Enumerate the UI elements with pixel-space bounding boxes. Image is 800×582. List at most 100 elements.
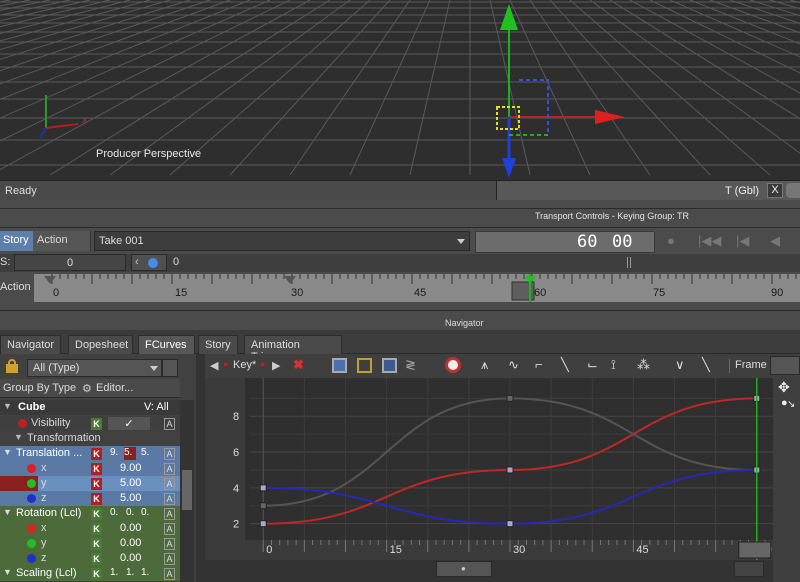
move-icon[interactable]: ✥ — [778, 379, 790, 396]
expand-icon[interactable]: ▼ — [14, 432, 23, 442]
value-x[interactable]: 1. — [110, 567, 118, 578]
filter-select[interactable]: All (Type) — [27, 359, 162, 377]
expand-icon[interactable]: ▼ — [3, 567, 12, 577]
editor-button[interactable]: Editor... — [96, 382, 133, 394]
goto-start-icon[interactable]: |◀◀ — [698, 233, 721, 249]
tree-row-transformation[interactable]: ▼ Transformation — [0, 431, 180, 446]
frame-display[interactable]: 60 00 — [475, 231, 655, 253]
value-y[interactable]: 1. — [126, 567, 134, 578]
gear-icon[interactable]: ⚙ — [82, 382, 92, 395]
tree-row-tx[interactable]: x K 9.00 A — [0, 461, 180, 476]
anim-button[interactable]: A — [164, 508, 175, 520]
tree-row-rx[interactable]: x K 0.00 A — [0, 521, 180, 536]
anim-button[interactable]: A — [164, 553, 175, 565]
tab-navigator[interactable]: Navigator — [0, 335, 61, 354]
graph-scroll-right[interactable] — [734, 561, 764, 577]
frame-selection-icon[interactable] — [357, 358, 372, 373]
action-mode-button[interactable]: Action — [33, 231, 91, 251]
chevron-down-icon[interactable] — [150, 366, 158, 371]
zoom-arrow-icon[interactable]: ↘ — [787, 399, 795, 410]
scroll-grip-icon[interactable] — [627, 257, 631, 268]
viewport-camera-label[interactable]: Producer Perspective — [96, 148, 201, 160]
record-icon[interactable]: ● — [667, 233, 675, 248]
key-button[interactable]: K — [91, 523, 102, 535]
tab-dopesheet[interactable]: Dopesheet — [68, 335, 133, 354]
tangent-flat-icon[interactable]: ⌐ — [535, 357, 543, 372]
story-mode-button[interactable]: Story — [0, 231, 33, 251]
delete-key-icon[interactable]: ✖ — [293, 357, 304, 373]
anim-button[interactable]: A — [164, 478, 175, 490]
anim-button[interactable]: A — [164, 493, 175, 505]
time-ruler[interactable]: 0 15 30 45 60 75 90 — [34, 274, 800, 302]
tab-animation-trigger[interactable]: Animation Trigger — [244, 335, 342, 363]
channel-value[interactable]: 0.00 — [120, 537, 141, 549]
viewport-3d[interactable]: X Producer Perspective — [0, 0, 800, 180]
tree-row-tz[interactable]: z K 5.00 A — [0, 491, 180, 506]
tree-row-scaling[interactable]: ▼ Scaling (Lcl) K 1. 1. 1. A — [0, 566, 180, 581]
tangent-linear-icon[interactable]: ╲ — [561, 357, 569, 373]
tangent-user-icon[interactable]: ⁂ — [637, 357, 650, 373]
value-z[interactable]: 1. — [141, 567, 149, 578]
channel-value[interactable]: 0.00 — [120, 552, 141, 564]
interp-cubic-icon[interactable]: ∨ — [675, 357, 685, 373]
fcurve-graph[interactable]: 2468015304560 — [205, 378, 773, 582]
value-y[interactable]: 5. — [124, 447, 136, 460]
status-extra-button[interactable] — [786, 183, 800, 198]
tab-story[interactable]: Story — [198, 335, 238, 354]
key-button[interactable]: K — [91, 493, 102, 505]
play-backward-icon[interactable]: ◀ — [770, 233, 780, 249]
snap-icon[interactable] — [382, 358, 397, 373]
record-key-icon[interactable] — [445, 357, 461, 373]
zoom-slider[interactable]: ‹ — [131, 254, 167, 271]
tree-row-rz[interactable]: z K 0.00 A — [0, 551, 180, 566]
channel-value[interactable]: 5.00 — [120, 492, 141, 504]
expand-icon[interactable]: ▼ — [3, 401, 12, 411]
tree-row-ry[interactable]: y K 0.00 A — [0, 536, 180, 551]
value-x[interactable]: 9. — [110, 447, 118, 458]
graph-scroll-thumb[interactable]: ● — [436, 561, 492, 577]
prev-key-icon[interactable]: |◀ — [736, 233, 749, 249]
lock-icon[interactable] — [0, 358, 24, 378]
expand-icon[interactable]: ▼ — [3, 507, 12, 517]
tree-row-visibility[interactable]: Visibility K ✓ A — [0, 416, 180, 431]
panel-splitter[interactable] — [196, 354, 205, 582]
tangent-auto-icon[interactable]: ⩚ — [481, 357, 488, 373]
channel-value[interactable]: 5.00 — [120, 477, 141, 489]
key-button[interactable]: K — [91, 478, 102, 490]
fcurve-plot[interactable]: 2468015304560 — [205, 378, 773, 582]
value-x[interactable]: 0. — [110, 507, 118, 518]
tree-row-cube[interactable]: ▼ Cube V: All — [0, 400, 180, 415]
value-z[interactable]: 5. — [141, 447, 149, 458]
panel-scrollbar[interactable] — [180, 400, 194, 582]
anim-button[interactable]: A — [164, 568, 175, 580]
key-button[interactable]: K — [91, 463, 102, 475]
axis-x-toggle[interactable]: X — [767, 183, 783, 198]
scrollbar-thumb[interactable] — [182, 470, 192, 510]
prev-key-icon[interactable]: ◀ — [210, 359, 218, 372]
anim-button[interactable]: A — [164, 448, 175, 460]
tree-row-rotation[interactable]: ▼ Rotation (Lcl) K 0. 0. 0. A — [0, 506, 180, 521]
channel-value[interactable]: 0.00 — [120, 522, 141, 534]
anim-button[interactable]: A — [164, 523, 175, 535]
anim-button[interactable]: A — [164, 538, 175, 550]
tangent-break-icon[interactable]: ⟟ — [611, 357, 616, 373]
frame-field[interactable] — [770, 356, 800, 375]
slider-knob-icon[interactable] — [148, 258, 158, 268]
value-z[interactable]: 0. — [141, 507, 149, 518]
frame-all-icon[interactable] — [332, 358, 347, 373]
tab-fcurves[interactable]: FCurves — [138, 335, 195, 354]
speed-field[interactable]: 0 — [14, 254, 126, 271]
group-by-select[interactable]: Group By Type — [3, 382, 76, 394]
key-button[interactable]: K — [91, 508, 102, 520]
take-select[interactable]: Take 001 — [94, 231, 470, 251]
channel-value[interactable]: 9.00 — [120, 462, 141, 474]
key-button[interactable]: K — [91, 553, 102, 565]
visibility-checkbox[interactable]: ✓ — [108, 417, 150, 430]
normalize-icon[interactable]: ≷ — [405, 357, 416, 373]
tangent-step-icon[interactable]: ⌙ — [587, 357, 598, 373]
interp-linear-icon[interactable]: ╲ — [702, 357, 710, 373]
anim-button[interactable]: A — [164, 463, 175, 475]
tree-row-translation[interactable]: ▼ Translation ... K 9. 5. 5. A — [0, 446, 180, 461]
key-button[interactable]: K — [91, 448, 102, 460]
key-button[interactable]: K — [91, 418, 102, 430]
